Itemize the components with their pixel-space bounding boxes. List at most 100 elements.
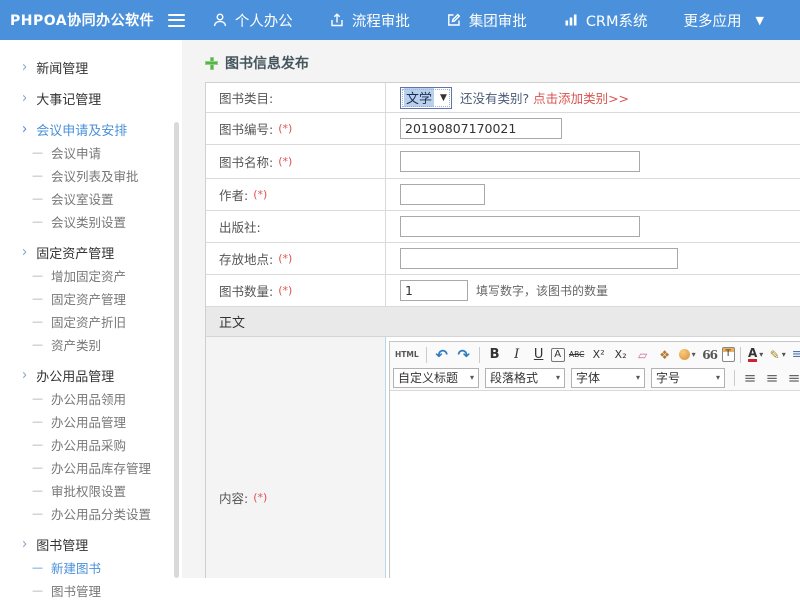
undo-button[interactable]: ↶ bbox=[432, 345, 452, 365]
sidebar-item-supplies-manage[interactable]: —办公用品管理 bbox=[0, 410, 182, 433]
blockquote-button[interactable]: 66 bbox=[700, 345, 720, 365]
palette-button[interactable]: ▾ bbox=[677, 345, 698, 365]
toolbar-separator bbox=[479, 347, 480, 363]
sidebar-group-books[interactable]: ›图书管理 bbox=[0, 533, 182, 556]
sidebar-item-supplies-classify[interactable]: — 办公用品分类设置 bbox=[0, 502, 182, 525]
sidebar-item-meeting-apply[interactable]: —会议申请 bbox=[0, 141, 182, 164]
italic-button[interactable]: I bbox=[507, 345, 527, 365]
nav-more-apps[interactable]: 更多应用 bbox=[684, 10, 742, 31]
format-brush-button[interactable]: ❖ bbox=[655, 345, 675, 365]
sidebar-scrollbar[interactable] bbox=[174, 122, 179, 578]
form-row-quantity: 图书数量:(*) 填写数字，该图书的数量 bbox=[206, 275, 800, 307]
menu-label: 固定资产管理 bbox=[51, 289, 126, 308]
sidebar-item-meeting-category[interactable]: —会议类别设置 bbox=[0, 210, 182, 233]
sidebar-group-news[interactable]: ›新闻管理 bbox=[0, 56, 182, 79]
sidebar-group-memorabilia[interactable]: ›大事记管理 bbox=[0, 87, 182, 110]
user-icon bbox=[212, 12, 228, 28]
sidebar-item-meeting-room[interactable]: —会议室设置 bbox=[0, 187, 182, 210]
sidebar-item-asset-depreciation[interactable]: —固定资产折旧 bbox=[0, 310, 182, 333]
font-size-select[interactable]: 字号▾ bbox=[651, 368, 725, 388]
dash-icon: — bbox=[32, 215, 43, 228]
menu-label: 办公用品分类设置 bbox=[51, 504, 151, 523]
sidebar-item-asset-manage[interactable]: —固定资产管理 bbox=[0, 287, 182, 310]
subscript-button[interactable]: X₂ bbox=[611, 345, 631, 365]
sidebar-item-supplies-inventory[interactable]: —办公用品库存管理 bbox=[0, 456, 182, 479]
required-mark: (*) bbox=[278, 122, 292, 135]
sidebar-item-book-manage[interactable]: —图书管理 bbox=[0, 579, 182, 602]
paragraph-format-select[interactable]: 段落格式▾ bbox=[485, 368, 565, 388]
dash-icon: — bbox=[32, 507, 43, 520]
field-label: 作者: bbox=[219, 185, 248, 204]
sidebar-group-fixed-assets[interactable]: ›固定资产管理 bbox=[0, 241, 182, 264]
dash-icon: — bbox=[32, 169, 43, 182]
menu-label: 办公用品采购 bbox=[51, 435, 126, 454]
add-category-link[interactable]: 点击添加类别>> bbox=[533, 88, 629, 107]
redo-button[interactable]: ↷ bbox=[454, 345, 474, 365]
sidebar-group-office-supplies[interactable]: ›办公用品管理 bbox=[0, 364, 182, 387]
dash-icon: — bbox=[32, 269, 43, 282]
caret-down-icon: ▾ bbox=[716, 373, 720, 382]
menu-label: 新闻管理 bbox=[36, 58, 88, 77]
editor-cell: HTML ↶ ↷ B I U A ABC X² X₂ ▱ bbox=[386, 337, 800, 578]
ordered-list-button[interactable]: ≡▾ bbox=[790, 345, 800, 365]
field-label: 出版社: bbox=[219, 217, 261, 236]
superscript-button[interactable]: X² bbox=[589, 345, 609, 365]
editor-content-area[interactable] bbox=[390, 391, 800, 578]
align-left-button[interactable]: ≡ bbox=[740, 368, 760, 388]
category-select[interactable]: 文学 ▼ bbox=[400, 87, 452, 109]
menu-label: 办公用品管理 bbox=[36, 366, 114, 385]
font-color-button[interactable]: A▾ bbox=[746, 345, 766, 365]
field-label: 存放地点: bbox=[219, 249, 273, 268]
eraser-button[interactable]: ▱ bbox=[633, 345, 653, 365]
bold-button[interactable]: B bbox=[485, 345, 505, 365]
underline-button[interactable]: U bbox=[529, 345, 549, 365]
sidebar-item-approval-permission[interactable]: —审批权限设置 bbox=[0, 479, 182, 502]
caret-down-icon: ▾ bbox=[556, 373, 560, 382]
nav-workflow-approval[interactable]: 流程审批 bbox=[329, 10, 410, 31]
sidebar-item-supplies-purchase[interactable]: — 办公用品采购 bbox=[0, 433, 182, 456]
quantity-input[interactable] bbox=[400, 280, 468, 301]
sidebar-item-supplies-claim[interactable]: —办公用品领用 bbox=[0, 387, 182, 410]
sidebar-item-meeting-list[interactable]: —会议列表及审批 bbox=[0, 164, 182, 187]
sidebar-item-new-book[interactable]: —新建图书 bbox=[0, 556, 182, 579]
menu-label: 办公用品库存管理 bbox=[51, 458, 151, 477]
dash-icon: — bbox=[32, 192, 43, 205]
publisher-input[interactable] bbox=[400, 216, 640, 237]
sidebar-group-meeting[interactable]: ›会议申请及安排 bbox=[0, 118, 182, 141]
dash-icon: — bbox=[32, 415, 43, 428]
align-right-button[interactable]: ≡ bbox=[784, 368, 800, 388]
chevron-right-icon: › bbox=[22, 244, 27, 261]
plus-icon bbox=[205, 57, 218, 70]
chevron-right-icon: › bbox=[22, 536, 27, 553]
hamburger-menu-icon[interactable] bbox=[167, 13, 185, 28]
nav-crm-system[interactable]: CRM系统 bbox=[563, 10, 648, 31]
quantity-helper-text: 填写数字，该图书的数量 bbox=[476, 282, 608, 299]
align-center-button[interactable]: ≡ bbox=[762, 368, 782, 388]
field-label: 图书数量: bbox=[219, 281, 273, 300]
autotypeset-button[interactable]: A bbox=[551, 348, 565, 362]
nav-group-approval[interactable]: 集团审批 bbox=[446, 10, 527, 31]
caret-down-icon: ▾ bbox=[636, 373, 640, 382]
location-input[interactable] bbox=[400, 248, 678, 269]
book-number-input[interactable] bbox=[400, 118, 562, 139]
page-title: 图书信息发布 bbox=[205, 53, 800, 73]
highlight-pen-button[interactable]: ✎▾ bbox=[768, 345, 788, 365]
paste-from-word-button[interactable]: T bbox=[722, 347, 735, 362]
nav-label: 集团审批 bbox=[469, 10, 527, 31]
sidebar-item-asset-category[interactable]: —资产类别 bbox=[0, 333, 182, 356]
sidebar-item-add-asset[interactable]: —增加固定资产 bbox=[0, 264, 182, 287]
html-source-button[interactable]: HTML bbox=[393, 345, 421, 365]
main-content: 图书信息发布 图书类目: 文学 ▼ 还没有类别? 点击添加类别>> 图书编号:(… bbox=[182, 40, 800, 578]
strikethrough-button[interactable]: ABC bbox=[567, 345, 587, 365]
caret-down-icon: ▾ bbox=[782, 350, 786, 359]
highlight-pen-icon: ✎ bbox=[770, 348, 780, 362]
book-name-input[interactable] bbox=[400, 151, 640, 172]
menu-label: 审批权限设置 bbox=[51, 481, 126, 500]
nav-personal-office[interactable]: 个人办公 bbox=[212, 10, 293, 31]
custom-title-select[interactable]: 自定义标题▾ bbox=[393, 368, 479, 388]
caret-down-icon[interactable]: ▼ bbox=[756, 14, 764, 27]
font-family-select[interactable]: 字体▾ bbox=[571, 368, 645, 388]
toolbar-separator bbox=[426, 347, 427, 363]
author-input[interactable] bbox=[400, 184, 485, 205]
dash-icon: — bbox=[32, 438, 43, 451]
